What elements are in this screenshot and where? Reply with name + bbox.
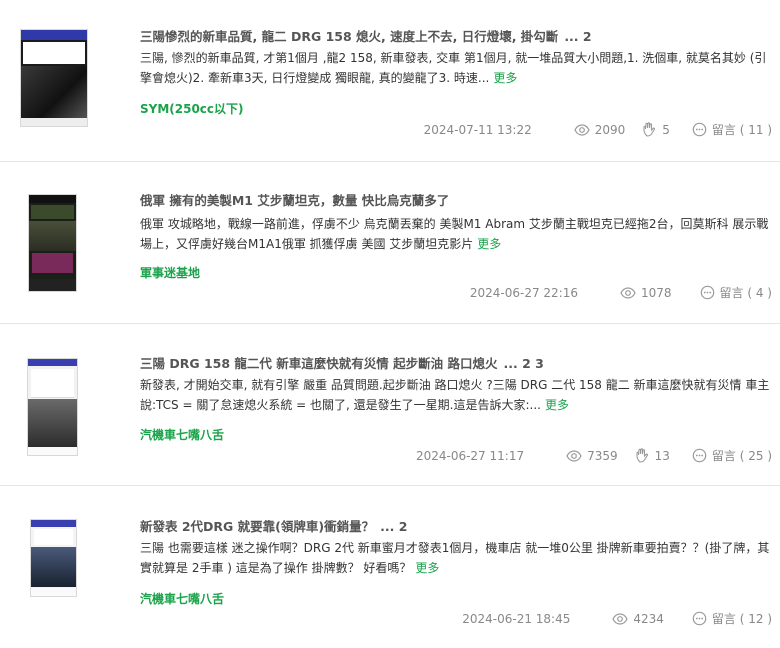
views-count: 2090 <box>594 122 626 137</box>
more-link[interactable]: 更多 <box>415 561 439 575</box>
post-title[interactable]: 新發表 2代DRG 就要靠(領牌車)衝銷量？ ... 2 <box>140 516 407 535</box>
likes-stat[interactable]: 13 <box>636 448 670 463</box>
views-stat: 1078 <box>620 286 672 300</box>
more-link[interactable]: 更多 <box>477 237 501 251</box>
eye-icon <box>620 286 636 299</box>
post-title-link[interactable]: 三陽慘烈的新車品質, 龍二 DRG 158 熄火, 速度上不去, 日行燈壞, 掛… <box>140 29 558 44</box>
post-excerpt: 三陽 也需要這樣 迷之操作啊？DRG 2代 新車蜜月才發表1個月，機車店 就一堆… <box>140 538 776 578</box>
post-excerpt-text: 三陽, 慘烈的新車品質, 才第1個月 ,龍2 158, 新車發表, 交車 第1個… <box>140 51 767 85</box>
post-card: 新發表 2代DRG 就要靠(領牌車)衝銷量？ ... 2 三陽 也需要這樣 迷之操… <box>0 486 780 648</box>
forum-link[interactable]: SYM(250cc以下) <box>140 100 244 117</box>
post-title[interactable]: 三陽 DRG 158 龍二代 新車這麼快就有災情 起步斷油 路口熄火 ... 2 … <box>140 353 544 372</box>
post-date: 2024-06-27 11:17 <box>415 448 525 463</box>
post-title-link[interactable]: 俄軍 擁有的美製M1 艾步蘭坦克，數量 快比烏克蘭多了 <box>140 193 449 208</box>
post-title-link[interactable]: 新發表 2代DRG 就要靠(領牌車)衝銷量？ <box>140 519 374 534</box>
views-stat: 7359 <box>566 449 618 463</box>
post-title[interactable]: 三陽慘烈的新車品質, 龍二 DRG 158 熄火, 速度上不去, 日行燈壞, 掛… <box>140 26 592 45</box>
comments-stat[interactable]: 留言 ( 4 ) <box>700 284 772 301</box>
post-card: 俄軍 擁有的美製M1 艾步蘭坦克，數量 快比烏克蘭多了 俄軍 攻城略地，戰線一路… <box>0 162 780 324</box>
post-thumbnail[interactable] <box>20 29 88 127</box>
post-card: 三陽慘烈的新車品質, 龍二 DRG 158 熄火, 速度上不去, 日行燈壞, 掛… <box>0 0 780 162</box>
likes-count: 13 <box>654 448 670 463</box>
post-card: 三陽 DRG 158 龍二代 新車這麼快就有災情 起步斷油 路口熄火 ... 2 … <box>0 324 780 486</box>
post-feed: 三陽慘烈的新車品質, 龍二 DRG 158 熄火, 速度上不去, 日行燈壞, 掛… <box>0 0 780 648</box>
comments-label: 留言 ( 25 ) <box>711 449 772 463</box>
clap-hand-icon <box>643 122 656 137</box>
post-title-link[interactable]: 三陽 DRG 158 龍二代 新車這麼快就有災情 起步斷油 路口熄火 <box>140 356 497 371</box>
views-count: 7359 <box>587 448 618 463</box>
comment-bubble-icon <box>692 448 707 463</box>
post-title[interactable]: 俄軍 擁有的美製M1 艾步蘭坦克，數量 快比烏克蘭多了 <box>140 190 449 209</box>
comments-stat[interactable]: 留言 ( 25 ) <box>692 447 772 464</box>
post-date: 2024-06-27 22:16 <box>469 285 578 300</box>
clap-hand-icon <box>636 448 648 463</box>
likes-stat[interactable]: 5 <box>643 122 670 137</box>
views-stat: 2090 <box>574 122 626 137</box>
more-link[interactable]: 更多 <box>545 398 569 412</box>
forum-link[interactable]: 汽機車七嘴八舌 <box>140 426 224 443</box>
comments-label: 留言 ( 4 ) <box>719 286 772 300</box>
views-count: 1078 <box>641 285 672 300</box>
post-excerpt: 三陽, 慘烈的新車品質, 才第1個月 ,龍2 158, 新車發表, 交車 第1個… <box>140 48 776 88</box>
more-link[interactable]: 更多 <box>493 71 517 85</box>
comments-stat[interactable]: 留言 ( 11 ) <box>692 121 772 138</box>
comment-bubble-icon <box>692 122 707 137</box>
forum-link[interactable]: 軍事迷基地 <box>140 264 200 281</box>
post-meta: 2024-06-27 11:17 7359 13 留言 ( 25 ) <box>416 447 772 464</box>
post-excerpt-text: 三陽 也需要這樣 迷之操作啊？DRG 2代 新車蜜月才發表1個月，機車店 就一堆… <box>140 541 770 575</box>
post-thumbnail[interactable] <box>28 194 77 292</box>
post-pages[interactable]: ... 2 <box>380 519 407 534</box>
post-excerpt: 俄軍 攻城略地，戰線一路前進，俘虜不少 烏克蘭丟棄的 美製M1 Abram 艾步… <box>140 214 776 254</box>
eye-icon <box>574 123 590 136</box>
post-excerpt-text: 新發表, 才開始交車, 就有引擎 嚴重 品質問題.起步斷油 路口熄火 ?三陽 D… <box>140 378 770 412</box>
post-thumbnail[interactable] <box>30 519 77 597</box>
post-pages[interactable]: ... 2 <box>564 29 591 44</box>
comments-label: 留言 ( 11 ) <box>711 123 772 137</box>
post-date: 2024-07-11 13:22 <box>423 122 532 137</box>
post-excerpt: 新發表, 才開始交車, 就有引擎 嚴重 品質問題.起步斷油 路口熄火 ?三陽 D… <box>140 375 776 415</box>
post-meta: 2024-07-11 13:22 2090 5 留言 ( 11 ) <box>424 121 772 138</box>
likes-count: 5 <box>662 122 670 137</box>
forum-link[interactable]: 汽機車七嘴八舌 <box>140 590 224 607</box>
comment-bubble-icon <box>700 285 714 300</box>
post-meta: 2024-06-27 22:16 1078 留言 ( 4 ) <box>470 284 772 301</box>
post-excerpt-text: 俄軍 攻城略地，戰線一路前進，俘虜不少 烏克蘭丟棄的 美製M1 Abram 艾步… <box>140 217 769 251</box>
post-thumbnail[interactable] <box>27 358 78 456</box>
eye-icon <box>566 449 582 462</box>
post-pages[interactable]: ... 2 3 <box>503 356 543 371</box>
